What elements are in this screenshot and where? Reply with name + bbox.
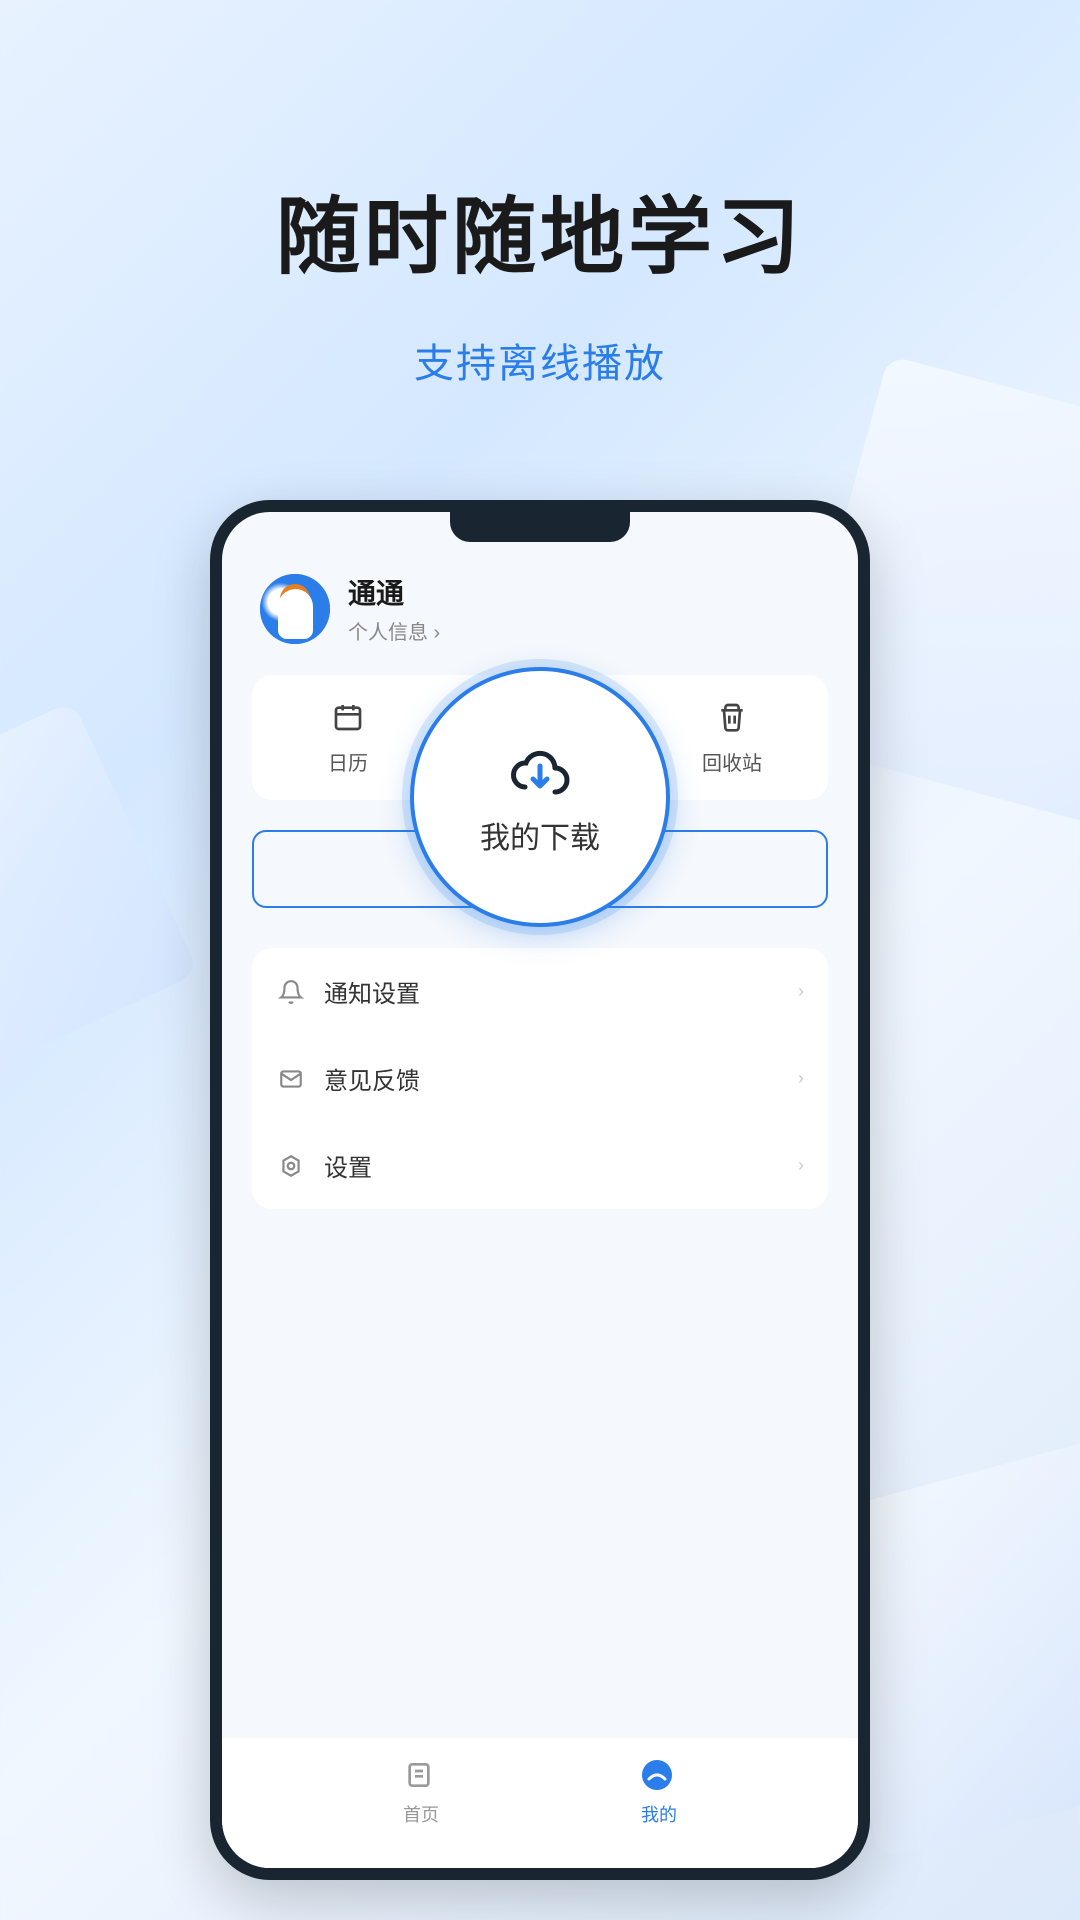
phone-notch — [450, 512, 630, 542]
phone-screen: 通通 个人信息 › 日历 - — [222, 512, 858, 1868]
chevron-right-icon: › — [798, 1068, 804, 1089]
phone-mockup: 通通 个人信息 › 日历 - — [210, 500, 870, 1880]
trash-icon — [714, 699, 750, 735]
nav-profile-label: 我的 — [641, 1801, 677, 1827]
promo-header: 随时随地学习 支持离线播放 — [0, 0, 1080, 389]
mail-icon — [276, 1064, 306, 1094]
settings-label: 设置 — [324, 1148, 780, 1183]
notification-settings-item[interactable]: 通知设置 › — [252, 948, 828, 1035]
main-title: 随时随地学习 — [0, 170, 1080, 291]
avatar[interactable] — [260, 574, 330, 644]
download-label: 我的下载 — [480, 813, 600, 857]
calendar-label: 日历 — [328, 747, 368, 776]
download-highlight[interactable]: 我的下载 — [410, 667, 670, 927]
notification-label: 通知设置 — [324, 974, 780, 1009]
chevron-right-icon: › — [798, 1155, 804, 1176]
profile-info: 通通 个人信息 › — [348, 572, 820, 645]
menu-list: 通知设置 › 意见反馈 › — [252, 948, 828, 1209]
bottom-nav: 首页 我的 — [222, 1738, 858, 1868]
nav-profile[interactable]: 我的 — [641, 1759, 677, 1827]
feedback-item[interactable]: 意见反馈 › — [252, 1035, 828, 1122]
gear-icon — [276, 1151, 306, 1181]
settings-item[interactable]: 设置 › — [252, 1122, 828, 1209]
background-decoration — [0, 701, 199, 1100]
calendar-icon — [330, 699, 366, 735]
profile-icon — [641, 1759, 677, 1795]
nav-home[interactable]: 首页 — [403, 1759, 439, 1827]
feedback-label: 意见反馈 — [324, 1061, 780, 1096]
chevron-right-icon: › — [798, 981, 804, 1002]
profile-section[interactable]: 通通 个人信息 › — [252, 572, 828, 645]
recycle-label: 回收站 — [702, 747, 762, 776]
home-icon — [403, 1759, 439, 1795]
cloud-download-icon — [505, 738, 575, 798]
nav-home-label: 首页 — [403, 1801, 439, 1827]
profile-info-link[interactable]: 个人信息 › — [348, 616, 820, 645]
profile-name: 通通 — [348, 572, 820, 612]
bell-icon — [276, 977, 306, 1007]
